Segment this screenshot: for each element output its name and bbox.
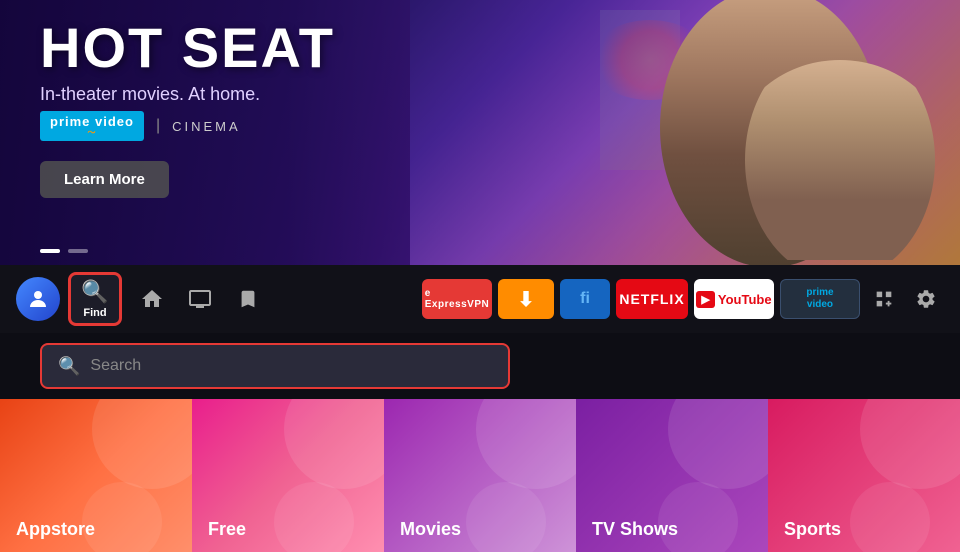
category-free-label: Free [208,519,246,540]
nav-icons [132,279,268,319]
home-nav-icon[interactable] [132,279,172,319]
downloader-app[interactable]: ⬇ [498,279,554,319]
expressvpn-app[interactable]: e ExpressVPN [422,279,492,319]
blue-app[interactable]: fi [560,279,610,319]
category-appstore[interactable]: Appstore [0,399,192,552]
prime-video-app[interactable]: primevideo [780,279,860,319]
find-search-icon: 🔍 [81,279,108,305]
find-label: Find [83,307,106,319]
category-sports-label: Sports [784,519,841,540]
learn-more-button[interactable]: Learn More [40,161,169,198]
dot-2[interactable] [68,249,88,253]
netflix-label: NETFLIX [619,291,684,307]
netflix-app[interactable]: NETFLIX [616,279,688,319]
hero-brand: prime video 〜 | CINEMA [40,111,335,141]
youtube-app[interactable]: ▶ YouTube [694,279,774,319]
find-button-container: 🔍 Find [68,272,122,326]
profile-icon[interactable] [16,277,60,321]
find-button[interactable]: 🔍 Find [68,272,122,326]
category-sports[interactable]: Sports [768,399,960,552]
hero-content: HOT SEAT In-theater movies. At home. pri… [40,20,335,198]
youtube-label: YouTube [718,292,772,307]
category-tvshows[interactable]: TV Shows [576,399,768,552]
bookmark-nav-icon[interactable] [228,279,268,319]
category-movies-label: Movies [400,519,461,540]
category-appstore-label: Appstore [16,519,95,540]
category-free[interactable]: Free [192,399,384,552]
cinema-label: CINEMA [172,119,241,134]
category-tvshows-label: TV Shows [592,519,678,540]
brand-divider: | [156,117,160,135]
grid-icon[interactable] [866,281,902,317]
blue-app-label: fi [580,290,590,308]
hero-title: HOT SEAT [40,20,335,76]
settings-icon[interactable] [908,281,944,317]
youtube-play-icon: ▶ [696,291,714,308]
prime-video-label: primevideo [806,287,833,311]
search-placeholder: Search [90,357,141,375]
hero-dots [40,249,88,253]
search-bar-row: 🔍 Search [0,333,960,399]
hero-poster [410,0,960,265]
nav-bar: 🔍 Find e ExpressVPN ⬇ fi [0,265,960,333]
hero-banner: HOT SEAT In-theater movies. At home. pri… [0,0,960,265]
nav-apps: e ExpressVPN ⬇ fi NETFLIX ▶ YouTube prim… [422,279,944,319]
category-movies[interactable]: Movies [384,399,576,552]
categories: Appstore Free Movies TV Shows Sports [0,399,960,552]
downloader-label: ⬇ [518,287,535,312]
amazon-smile: 〜 [50,127,134,138]
search-bar[interactable]: 🔍 Search [40,343,510,389]
prime-video-logo: prime video 〜 [40,111,144,141]
hero-subtitle: In-theater movies. At home. [40,84,335,105]
tv-nav-icon[interactable] [180,279,220,319]
search-icon: 🔍 [58,356,80,377]
dot-1[interactable] [40,249,60,253]
expressvpn-label: e ExpressVPN [425,288,489,310]
